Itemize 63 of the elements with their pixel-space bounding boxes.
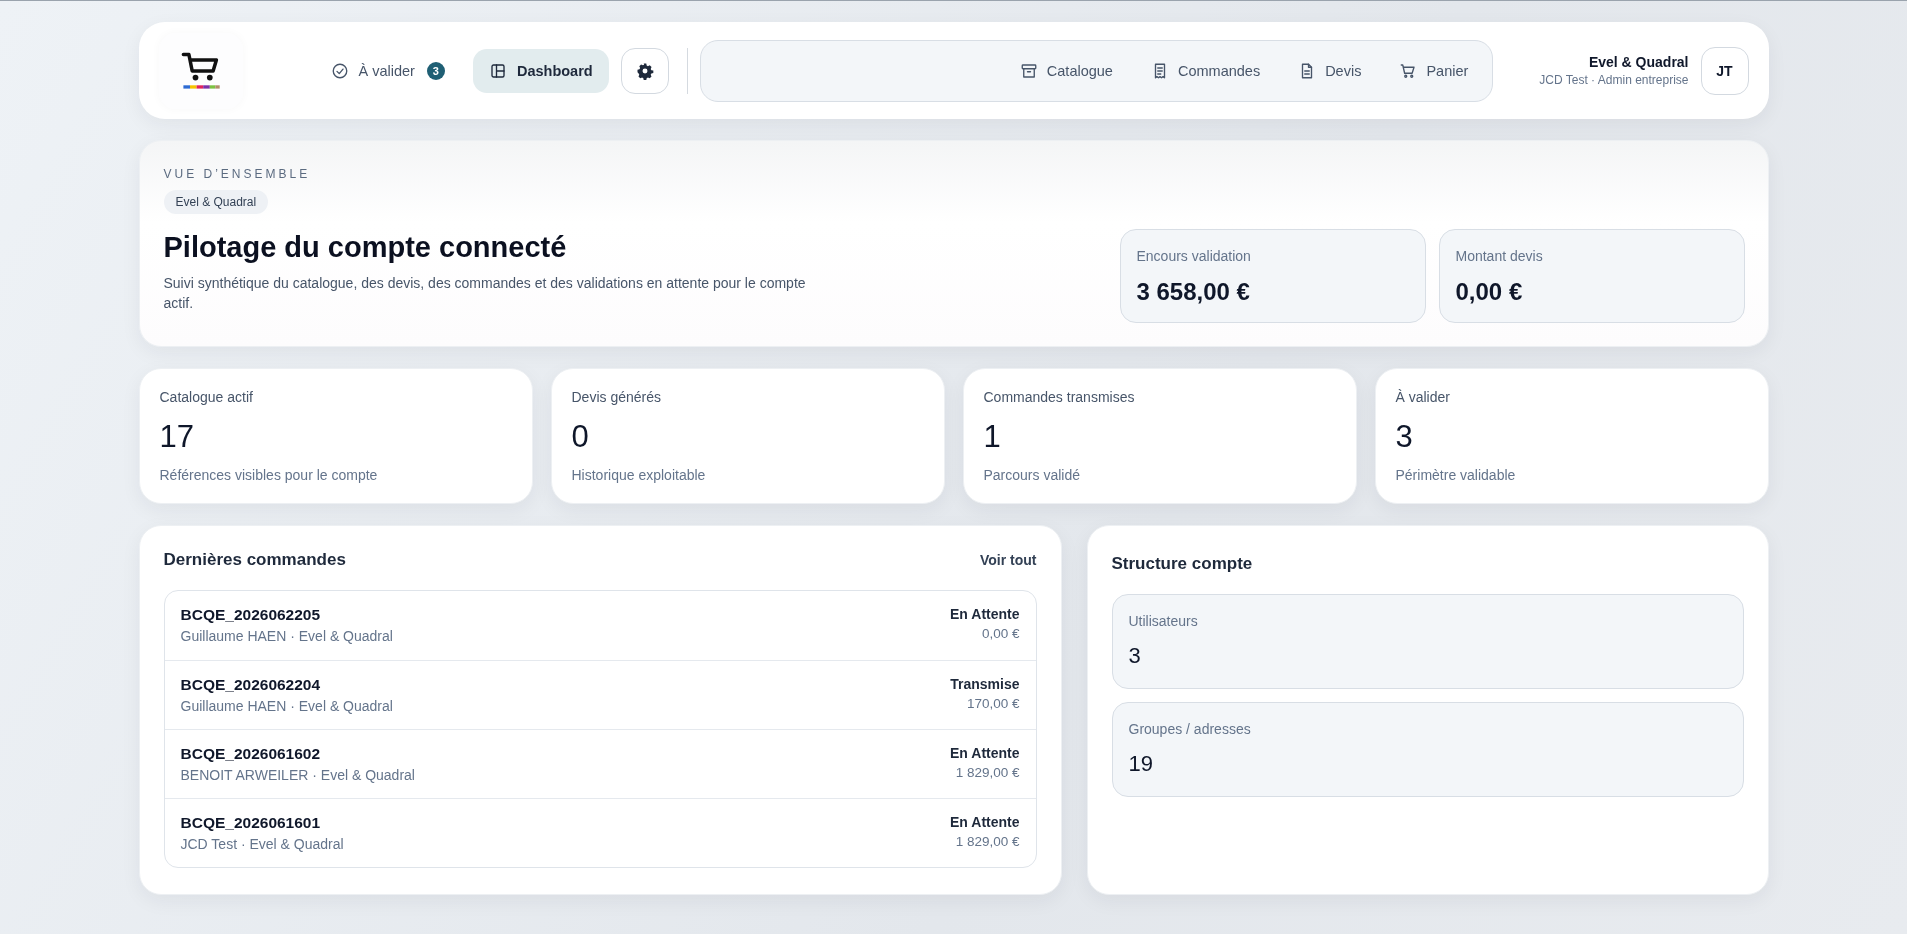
stat-value: 17 bbox=[159, 419, 195, 455]
settings-icon bbox=[635, 61, 654, 80]
metric-value: 0,00 € bbox=[1455, 278, 1524, 306]
check-circle-icon bbox=[330, 61, 349, 80]
count-badge: 3 bbox=[426, 61, 445, 80]
user-name: Evel & Quadral bbox=[1587, 54, 1689, 70]
order-status: En Attente bbox=[950, 606, 1020, 622]
user-role: JCD Test · Admin entreprise bbox=[1539, 73, 1689, 87]
order-customer: JCD Test · Evel & Quadral bbox=[180, 836, 344, 852]
metric-value: 3 658,00 € bbox=[1136, 278, 1251, 306]
metric-value: 3 bbox=[1128, 643, 1142, 669]
order-amount: 0,00 € bbox=[980, 626, 1020, 641]
metric-label: Utilisateurs bbox=[1128, 613, 1199, 629]
nav-tab[interactable]: À valider 3 bbox=[314, 48, 461, 93]
settings-button[interactable] bbox=[620, 47, 669, 94]
page-description: Suivi synthétique du catalogue, des devis, des commandes et des validations en attente pour le compte actif. bbox=[163, 274, 807, 313]
company-tag: Evel & Quadral bbox=[163, 190, 269, 214]
order-amount: 170,00 € bbox=[965, 696, 1020, 711]
section-label: VUE D’ENSEMBLE bbox=[163, 167, 312, 181]
nav-tab[interactable]: Dashboard bbox=[472, 48, 609, 93]
stat-label: À valider bbox=[1395, 389, 1451, 405]
stat-caption: Références visibles pour le compte bbox=[159, 467, 379, 483]
avatar-button[interactable]: JT bbox=[1700, 46, 1749, 95]
order-status: En Attente bbox=[950, 745, 1020, 761]
stat-label: Commandes transmises bbox=[983, 389, 1136, 405]
metric-label: Montant devis bbox=[1455, 248, 1544, 264]
order-row[interactable]: BCQE_2026061601 JCD Test · Evel & Quadral En Attente 1 829,00 € bbox=[164, 798, 1036, 867]
layout-icon bbox=[488, 61, 507, 80]
nav-link[interactable]: Panier bbox=[1399, 61, 1469, 80]
order-reference: BCQE_2026062204 bbox=[180, 676, 322, 694]
nav-link[interactable]: Devis bbox=[1298, 61, 1362, 80]
card-title: Dernières commandes bbox=[163, 550, 346, 570]
metric-label: Encours validation bbox=[1136, 248, 1252, 264]
order-amount: 1 829,00 € bbox=[954, 834, 1020, 849]
metric-value: 19 bbox=[1128, 751, 1154, 777]
order-row[interactable]: BCQE_2026062204 Guillaume HAEN · Evel & Quadral Transmise 170,00 € bbox=[164, 660, 1036, 729]
cart-icon bbox=[1399, 61, 1418, 80]
metric-label: Groupes / adresses bbox=[1128, 721, 1252, 737]
stat-caption: Historique exploitable bbox=[571, 467, 707, 483]
nav-link[interactable]: Catalogue bbox=[1019, 61, 1113, 80]
archive-box-icon bbox=[1019, 61, 1038, 80]
stat-label: Catalogue actif bbox=[159, 389, 254, 405]
stat-value: 1 bbox=[983, 419, 1002, 455]
order-reference: BCQE_2026062205 bbox=[180, 606, 322, 624]
stat-label: Devis générés bbox=[571, 389, 662, 405]
order-customer: BENOIT ARWEILER · Evel & Quadral bbox=[180, 767, 415, 783]
order-reference: BCQE_2026061602 bbox=[180, 745, 322, 763]
stat-value: 3 bbox=[1395, 419, 1414, 455]
order-amount: 1 829,00 € bbox=[954, 765, 1020, 780]
nav-link[interactable]: Commandes bbox=[1150, 61, 1261, 80]
order-customer: Guillaume HAEN · Evel & Quadral bbox=[180, 698, 393, 714]
order-row[interactable]: BCQE_2026062205 Guillaume HAEN · Evel & Quadral En Attente 0,00 € bbox=[164, 591, 1036, 660]
order-status: Transmise bbox=[950, 676, 1020, 692]
view-all-link[interactable]: Voir tout bbox=[980, 552, 1037, 568]
stat-caption: Périmètre validable bbox=[1395, 467, 1517, 483]
order-status: En Attente bbox=[950, 814, 1020, 830]
stat-caption: Parcours validé bbox=[983, 467, 1081, 483]
order-customer: Guillaume HAEN · Evel & Quadral bbox=[180, 628, 393, 644]
stat-value: 0 bbox=[571, 419, 590, 455]
page-title: Pilotage du compte connecté bbox=[163, 231, 568, 264]
order-row[interactable]: BCQE_2026061602 BENOIT ARWEILER · Evel & Quadral En Attente 1 829,00 € bbox=[164, 729, 1036, 798]
card-title: Structure compte bbox=[1111, 554, 1254, 574]
order-reference: BCQE_2026061601 bbox=[180, 814, 322, 832]
